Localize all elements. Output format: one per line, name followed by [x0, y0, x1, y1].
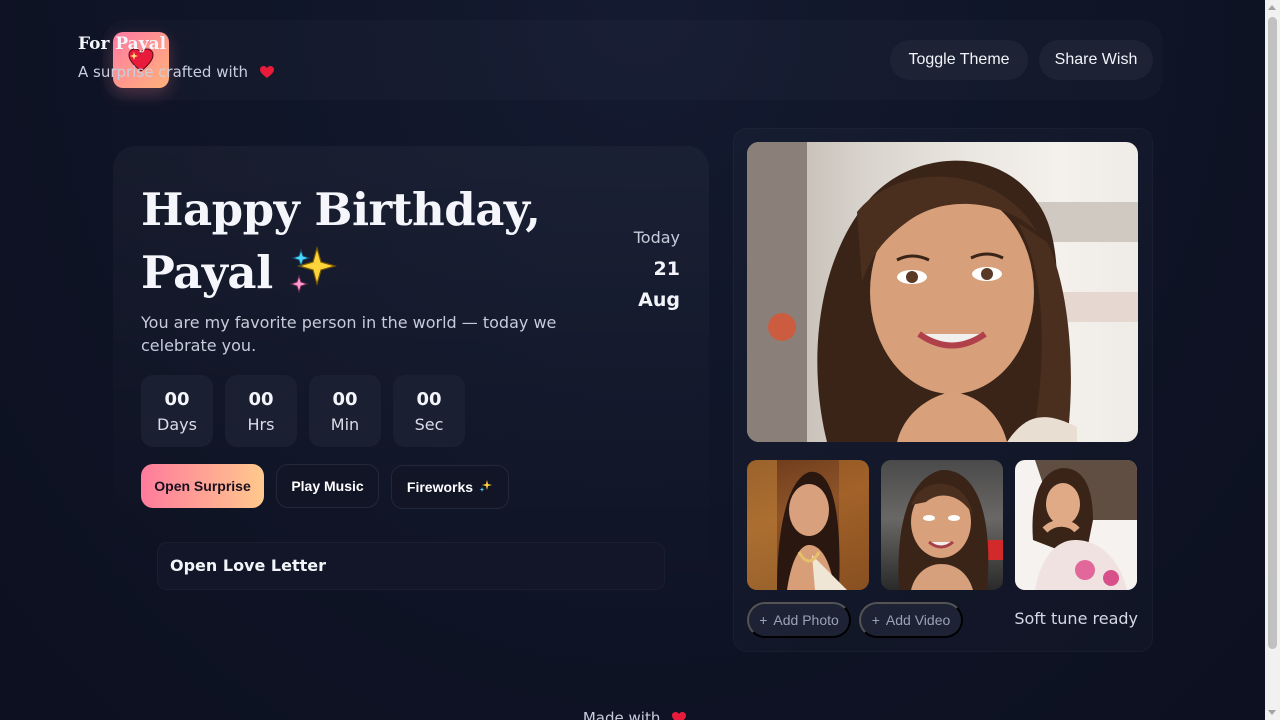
- countdown-unit: Hrs: [247, 415, 275, 434]
- add-photo-label: Add Photo: [773, 612, 839, 628]
- page: For Payal A surprise crafted with Toggle…: [0, 0, 1265, 720]
- thumbnail-image: [898, 469, 1003, 590]
- sparkles-icon: [287, 244, 337, 310]
- toggle-theme-button[interactable]: Toggle Theme: [890, 40, 1028, 80]
- brand-title: For Payal: [78, 34, 167, 54]
- plus-icon: +: [871, 612, 880, 628]
- hero-subtitle: You are my favorite person in the world …: [141, 313, 557, 355]
- countdown-seconds: 00 Sec: [393, 375, 465, 447]
- countdown-unit: Sec: [414, 415, 444, 434]
- portrait-image: [747, 142, 1138, 442]
- footer: Made with: [540, 709, 730, 720]
- countdown-days: 00 Days: [141, 375, 213, 447]
- add-video-button[interactable]: + Add Video: [859, 602, 963, 638]
- thumbnail-image: [1015, 460, 1137, 590]
- countdown-unit: Min: [330, 415, 360, 434]
- love-letter-toggle[interactable]: Open Love Letter: [157, 542, 665, 590]
- play-music-button[interactable]: Play Music: [276, 464, 379, 508]
- countdown-value: 00: [332, 389, 358, 410]
- scroll-up-icon[interactable]: [1268, 5, 1276, 10]
- share-wish-button[interactable]: Share Wish: [1039, 40, 1153, 80]
- add-video-label: Add Video: [885, 612, 951, 628]
- gallery-thumbnail[interactable]: [881, 460, 1003, 590]
- countdown-minutes: 00 Min: [309, 375, 381, 447]
- love-letter-label: Open Love Letter: [170, 556, 326, 575]
- heart-icon: [259, 64, 275, 84]
- today-label: Today: [633, 228, 680, 247]
- countdown-unit: Days: [157, 415, 197, 434]
- scroll-down-icon[interactable]: [1268, 710, 1276, 715]
- plus-icon: +: [759, 612, 768, 628]
- countdown-value: 00: [248, 389, 274, 410]
- add-photo-button[interactable]: + Add Photo: [747, 602, 851, 638]
- open-surprise-button[interactable]: Open Surprise: [141, 464, 264, 508]
- today-month: Aug: [638, 289, 680, 311]
- today-day: 21: [653, 258, 680, 280]
- hero-title: Happy Birthday, Payal: [141, 178, 561, 310]
- countdown-value: 00: [164, 389, 190, 410]
- countdown-value: 00: [416, 389, 442, 410]
- brand-subtitle-text: A surprise crafted with: [78, 63, 249, 81]
- thumbnail-image: [747, 460, 869, 590]
- heart-icon: [671, 711, 687, 720]
- gallery-thumbnail[interactable]: [1015, 460, 1137, 590]
- page-scrollbar[interactable]: [1265, 0, 1280, 720]
- footer-text: Made with: [582, 709, 661, 720]
- countdown-hours: 00 Hrs: [225, 375, 297, 447]
- fireworks-button[interactable]: Fireworks: [391, 465, 509, 509]
- fireworks-label: Fireworks: [406, 479, 474, 495]
- hero-title-line2-wrap: Payal: [141, 241, 561, 310]
- hero-title-line2: Payal: [141, 246, 273, 299]
- main-photo[interactable]: [747, 142, 1138, 442]
- brand-subtitle: A surprise crafted with: [78, 62, 275, 84]
- music-status: Soft tune ready: [1014, 609, 1138, 628]
- gallery-thumbnail[interactable]: [747, 460, 869, 590]
- hero-title-line1: Happy Birthday,: [141, 183, 541, 236]
- scrollbar-thumb[interactable]: [1268, 17, 1277, 649]
- sparkles-icon: [479, 479, 493, 496]
